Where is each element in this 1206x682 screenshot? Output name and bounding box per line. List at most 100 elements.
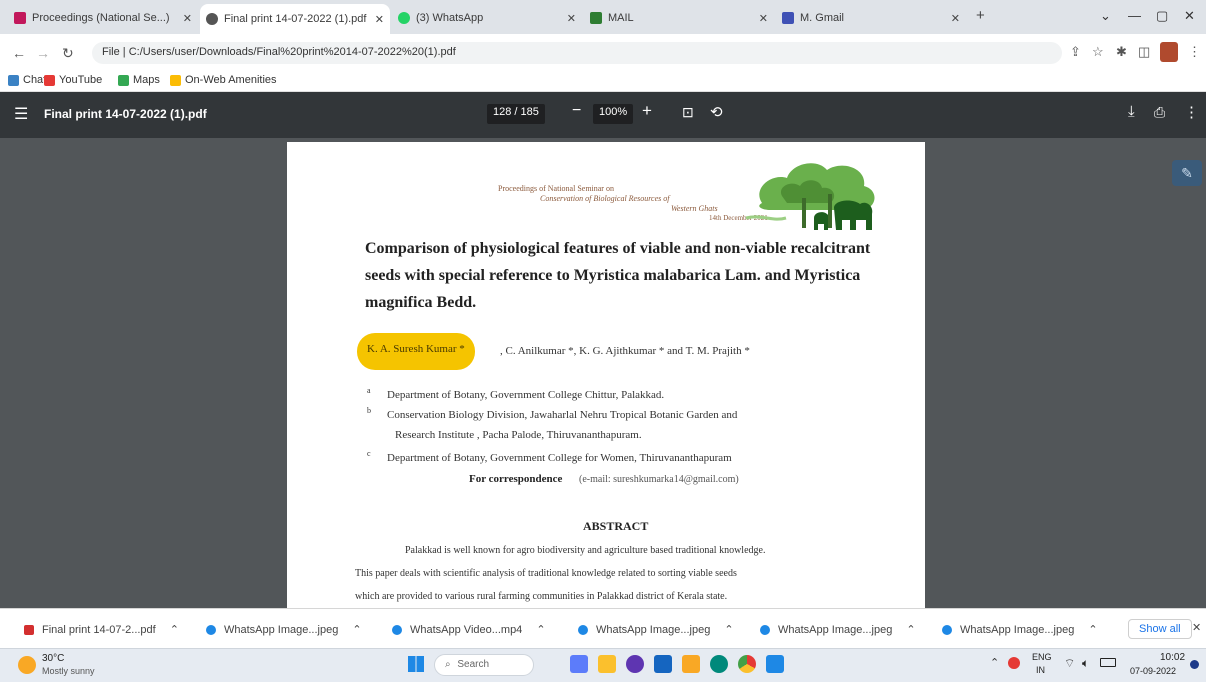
weather-sun-icon[interactable] <box>18 656 36 674</box>
download-label: WhatsApp Image...jpeg <box>596 623 711 636</box>
bookmark-label: Chat <box>23 74 47 86</box>
browser-tab-strip: Proceedings (National Se...) ✕ Final pri… <box>0 0 1206 34</box>
close-tab-icon[interactable]: ✕ <box>183 12 192 25</box>
battery-icon[interactable] <box>1100 658 1116 667</box>
tab-favicon-icon <box>590 12 602 24</box>
bookmark-maps[interactable]: Maps <box>118 74 160 86</box>
bookmark-youtube[interactable]: YouTube <box>44 74 102 86</box>
browser-tab-4[interactable]: MAIL ✕ <box>584 6 774 30</box>
store-icon[interactable] <box>654 655 672 673</box>
close-tab-icon[interactable]: ✕ <box>567 12 576 25</box>
bookmark-star-icon[interactable]: ☆ <box>1092 44 1104 60</box>
split-view-icon[interactable]: ◫ <box>1138 44 1150 60</box>
windows-start-icon[interactable] <box>408 656 424 672</box>
bookmark-folder-icon <box>170 74 181 86</box>
page-number-input[interactable]: 128 / 185 <box>487 104 545 124</box>
fit-page-icon[interactable]: ⊡ <box>682 104 694 121</box>
bookmark-label: On-Web Amenities <box>185 74 277 86</box>
tab-label: MAIL <box>608 12 634 24</box>
chevron-up-icon[interactable]: ⌃ <box>352 623 361 636</box>
weather-desc: Mostly sunny <box>42 666 95 676</box>
close-downloads-icon[interactable]: ✕ <box>1192 621 1201 634</box>
tray-app-icon[interactable] <box>1008 657 1020 669</box>
highlighted-author-name[interactable]: K. A. Suresh Kumar * <box>357 333 475 370</box>
close-window-button[interactable]: ✕ <box>1184 8 1195 24</box>
chevron-up-icon[interactable]: ⌃ <box>1088 623 1097 636</box>
browser-tab-1[interactable]: Proceedings (National Se...) ✕ <box>8 6 198 30</box>
minimize-button[interactable]: — <box>1128 8 1141 23</box>
task-view-icon[interactable] <box>570 655 588 673</box>
bookmark-amenities[interactable]: On-Web Amenities <box>170 74 277 86</box>
download-item-2[interactable]: WhatsApp Image...jpeg ⌃ <box>206 623 362 636</box>
zoom-level-input[interactable]: 100% <box>593 104 634 124</box>
chevron-up-icon[interactable]: ⌃ <box>170 623 179 636</box>
co-authors: , C. Anilkumar *, K. G. Ajithkumar * and… <box>500 345 750 357</box>
chevron-up-icon[interactable]: ⌃ <box>906 623 915 636</box>
pdf-page: Proceedings of National Seminar on Conse… <box>287 142 925 612</box>
tab-search-icon[interactable]: ⌄ <box>1100 8 1111 24</box>
back-arrow-icon[interactable]: ← <box>12 45 26 61</box>
forward-arrow-icon[interactable]: → <box>36 45 50 61</box>
affiliation-marker: b <box>367 406 371 415</box>
language-indicator-top[interactable]: ENG <box>1032 652 1052 662</box>
download-item-1[interactable]: Final print 14-07-2...pdf ⌃ <box>24 623 179 636</box>
volume-icon[interactable]: 🔈︎ <box>1082 656 1089 671</box>
clock-time[interactable]: 10:02 <box>1160 652 1185 663</box>
language-indicator-bottom[interactable]: IN <box>1036 665 1045 675</box>
browser-tab-2[interactable]: Final print 14-07-2022 (1).pdf ✕ <box>200 4 390 34</box>
browser-menu-icon[interactable]: ⋮ <box>1188 44 1201 60</box>
download-item-6[interactable]: WhatsApp Image...jpeg ⌃ <box>942 623 1098 636</box>
edit-pen-icon[interactable]: ✎ <box>1172 160 1202 186</box>
edge-browser-icon[interactable] <box>710 655 728 673</box>
tray-chevron-icon[interactable]: ⌃ <box>990 656 999 669</box>
more-options-icon[interactable]: ⋮ <box>1184 103 1199 121</box>
download-label: WhatsApp Image...jpeg <box>960 623 1075 636</box>
print-icon[interactable]: ⎙ <box>1154 104 1165 121</box>
close-tab-icon[interactable]: ✕ <box>951 12 960 25</box>
rotate-icon[interactable]: ⟲ <box>710 103 723 121</box>
chevron-up-icon[interactable]: ⌃ <box>536 623 545 636</box>
chat-app-icon[interactable] <box>626 655 644 673</box>
zoom-out-button[interactable]: − <box>572 102 581 120</box>
new-tab-button[interactable]: + <box>976 7 985 24</box>
clock-date[interactable]: 07-09-2022 <box>1130 666 1176 676</box>
image-file-icon <box>942 624 952 635</box>
tab-label: (3) WhatsApp <box>416 12 484 24</box>
paper-title-line3: magnifica Bedd. <box>365 294 477 311</box>
download-icon[interactable]: ⤓ <box>1128 103 1135 120</box>
taskbar-search-box[interactable]: ⌕ Search <box>434 654 534 676</box>
chrome-browser-icon[interactable] <box>738 655 756 673</box>
seminar-header-line2: Conservation of Biological Resources of <box>540 194 670 203</box>
url-input[interactable]: File | C:/Users/user/Downloads/Final%20p… <box>92 42 1062 64</box>
chevron-up-icon[interactable]: ⌃ <box>724 623 733 636</box>
file-explorer-icon[interactable] <box>598 655 616 673</box>
close-tab-icon[interactable]: ✕ <box>759 12 768 25</box>
image-file-icon <box>206 624 216 635</box>
bookmark-chat[interactable]: Chat <box>8 74 46 86</box>
close-tab-icon[interactable]: ✕ <box>375 13 384 26</box>
download-item-3[interactable]: WhatsApp Video...mp4 ⌃ <box>392 623 546 636</box>
extensions-icon[interactable]: ✱ <box>1116 44 1127 60</box>
reload-icon[interactable]: ↻ <box>62 45 74 62</box>
share-icon[interactable]: ⇪ <box>1070 44 1081 60</box>
zoom-in-button[interactable]: + <box>642 101 652 121</box>
abstract-line1: Palakkad is well known for agro biodiver… <box>405 545 766 556</box>
mail-app-icon[interactable] <box>766 655 784 673</box>
profile-avatar[interactable] <box>1160 42 1178 62</box>
seminar-header-line3: Western Ghats <box>671 204 718 213</box>
pdf-menu-icon[interactable]: ☰ <box>14 104 28 124</box>
maximize-button[interactable]: ▢ <box>1156 8 1168 24</box>
download-item-5[interactable]: WhatsApp Image...jpeg ⌃ <box>760 623 916 636</box>
url-text: File | C:/Users/user/Downloads/Final%20p… <box>102 46 456 58</box>
show-all-downloads-button[interactable]: Show all <box>1128 619 1192 639</box>
wifi-icon[interactable]: ⌔ <box>1064 656 1075 671</box>
tab-favicon-icon <box>782 12 794 24</box>
folder-icon[interactable] <box>682 655 700 673</box>
notification-badge[interactable] <box>1190 660 1199 669</box>
download-label: WhatsApp Image...jpeg <box>224 623 339 636</box>
download-item-4[interactable]: WhatsApp Image...jpeg ⌃ <box>578 623 734 636</box>
correspondence-label: For correspondence <box>469 473 563 485</box>
browser-tab-5[interactable]: M. Gmail ✕ <box>776 6 966 30</box>
browser-tab-3[interactable]: (3) WhatsApp ✕ <box>392 6 582 30</box>
search-icon: ⌕ <box>445 659 451 670</box>
